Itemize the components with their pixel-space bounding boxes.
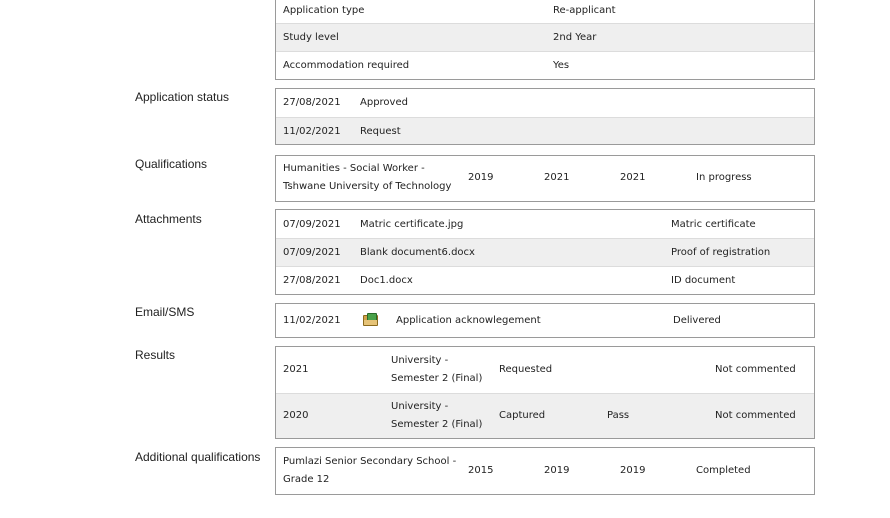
qualification-year: 2019 <box>468 172 494 183</box>
message-text: Application acknowlegement <box>396 315 541 326</box>
detail-value: Yes <box>553 60 570 71</box>
result-year: 2021 <box>283 364 309 375</box>
email-sms-table: 11/02/2021 Application acknowlegement De… <box>275 303 815 338</box>
attachment-type: ID document <box>671 275 736 286</box>
qualification-name: Humanities - Social Worker - Tshwane Uni… <box>283 163 452 192</box>
application-details-table: Application type Re-applicant Study leve… <box>275 0 815 80</box>
table-row: Study level 2nd Year <box>276 23 814 51</box>
additional-qualifications-heading: Additional qualifications <box>135 450 261 464</box>
result-module: University - Semester 2 (Final) <box>391 401 483 430</box>
attachment-type: Proof of registration <box>671 247 771 258</box>
table-row: 2021 University - Semester 2 (Final) Req… <box>276 347 814 393</box>
qualification-year: 2021 <box>544 172 570 183</box>
qualification-name: Pumlazi Senior Secondary School - Grade … <box>283 456 457 485</box>
qualification-year: 2019 <box>620 465 646 476</box>
status-date: 27/08/2021 <box>283 97 341 108</box>
application-status-heading: Application status <box>135 90 230 104</box>
detail-label: Application type <box>283 5 365 16</box>
result-year: 2020 <box>283 410 309 421</box>
table-row: Accommodation required Yes <box>276 51 814 79</box>
status-date: 11/02/2021 <box>283 126 341 137</box>
table-row: 27/08/2021 Doc1.docx ID document <box>276 266 814 294</box>
table-row: Application type Re-applicant <box>276 0 814 23</box>
qualification-year: 2021 <box>620 172 646 183</box>
attachment-date: 07/09/2021 <box>283 219 341 230</box>
table-row: 27/08/2021 Approved <box>276 89 814 117</box>
email-sms-heading: Email/SMS <box>135 305 195 319</box>
attachment-file-link[interactable]: Matric certificate.jpg <box>360 216 463 234</box>
result-state: Requested <box>499 364 553 375</box>
table-row: Pumlazi Senior Secondary School - Grade … <box>276 448 814 494</box>
envelope-icon <box>363 313 378 326</box>
attachments-heading: Attachments <box>135 212 202 226</box>
qualification-status: Completed <box>696 465 751 476</box>
result-comment: Not commented <box>715 364 796 375</box>
attachment-file-link[interactable]: Doc1.docx <box>360 272 413 290</box>
table-row: 2020 University - Semester 2 (Final) Cap… <box>276 393 814 438</box>
results-table: 2021 University - Semester 2 (Final) Req… <box>275 346 815 439</box>
qualification-year: 2019 <box>544 465 570 476</box>
detail-value: 2nd Year <box>553 32 597 43</box>
qualification-status: In progress <box>696 172 752 183</box>
detail-label: Study level <box>283 32 339 43</box>
detail-label: Accommodation required <box>283 60 410 71</box>
qualifications-table: Humanities - Social Worker - Tshwane Uni… <box>275 155 815 202</box>
attachments-table: 07/09/2021 Matric certificate.jpg Matric… <box>275 209 815 295</box>
message-status: Delivered <box>673 315 721 326</box>
application-status-table: 27/08/2021 Approved 11/02/2021 Request <box>275 88 815 145</box>
message-date: 11/02/2021 <box>283 315 341 326</box>
attachment-type: Matric certificate <box>671 219 756 230</box>
qualification-year: 2015 <box>468 465 494 476</box>
additional-qualifications-table: Pumlazi Senior Secondary School - Grade … <box>275 447 815 495</box>
status-text: Approved <box>360 97 408 108</box>
qualifications-heading: Qualifications <box>135 157 208 171</box>
results-heading: Results <box>135 348 176 362</box>
result-state: Captured <box>499 410 546 421</box>
table-row: 07/09/2021 Matric certificate.jpg Matric… <box>276 210 814 238</box>
status-text: Request <box>360 126 401 137</box>
table-row: 11/02/2021 Application acknowlegement De… <box>276 304 814 337</box>
result-comment: Not commented <box>715 410 796 421</box>
table-row: Humanities - Social Worker - Tshwane Uni… <box>276 156 814 201</box>
attachment-date: 07/09/2021 <box>283 247 341 258</box>
result-outcome: Pass <box>607 410 630 421</box>
table-row: 11/02/2021 Request <box>276 117 814 144</box>
table-row: 07/09/2021 Blank document6.docx Proof of… <box>276 238 814 266</box>
detail-value: Re-applicant <box>553 5 616 16</box>
attachment-date: 27/08/2021 <box>283 275 341 286</box>
attachment-file-link[interactable]: Blank document6.docx <box>360 244 475 262</box>
result-module: University - Semester 2 (Final) <box>391 355 483 384</box>
